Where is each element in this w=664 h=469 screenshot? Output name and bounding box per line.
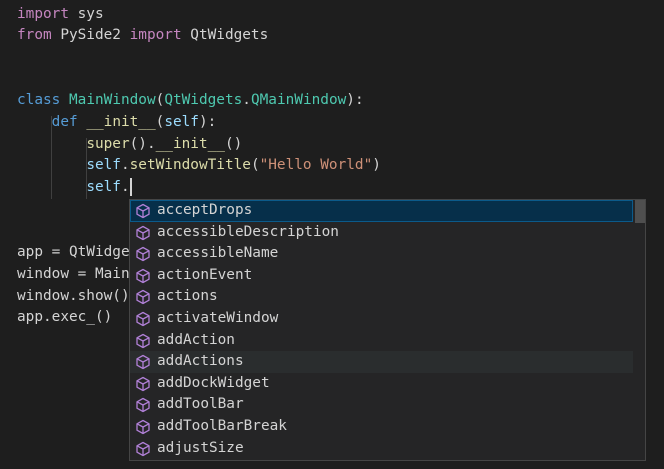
code-line[interactable]: import sys xyxy=(17,4,104,26)
code-token: super xyxy=(86,135,130,152)
suggestion-label: actionEvent xyxy=(157,266,253,283)
code-line[interactable]: self.setWindowTitle("Hello World") xyxy=(17,155,381,177)
code-token: from xyxy=(17,27,52,44)
suggestion-item[interactable]: accessibleDescription xyxy=(130,222,633,244)
suggestion-label: actions xyxy=(157,288,218,305)
method-cube-icon xyxy=(135,289,151,305)
method-cube-icon xyxy=(135,333,151,349)
suggestion-label: accessibleName xyxy=(157,245,279,262)
code-token: . xyxy=(120,157,130,174)
code-line[interactable]: window.show() xyxy=(17,286,130,308)
method-cube-icon xyxy=(135,246,151,262)
suggestion-item[interactable]: actions xyxy=(130,286,633,308)
code-token: self xyxy=(86,157,121,174)
scrollbar-thumb[interactable] xyxy=(635,200,645,223)
code-token: ): xyxy=(198,114,217,130)
code-token: . xyxy=(242,92,251,109)
suggestion-item[interactable]: activateWindow xyxy=(130,308,633,330)
method-cube-icon xyxy=(135,441,151,457)
indent-guide xyxy=(51,116,52,199)
method-cube-icon xyxy=(135,268,151,284)
suggestion-label: addToolBar xyxy=(157,396,244,413)
suggestion-label: addToolBarBreak xyxy=(157,418,287,434)
code-token: window.show() xyxy=(17,287,130,304)
text-cursor xyxy=(130,178,132,196)
method-cube-icon xyxy=(135,354,151,370)
code-line[interactable]: def __init__(self): xyxy=(17,112,217,134)
suggestion-label: addAction xyxy=(157,331,235,348)
code-token: self xyxy=(164,114,199,130)
suggestion-item[interactable]: acceptDrops xyxy=(130,200,633,222)
method-cube-icon xyxy=(135,397,151,413)
code-token: ( xyxy=(250,157,260,174)
method-cube-icon xyxy=(135,376,151,392)
code-token: import xyxy=(17,5,69,22)
autocomplete-suggest-widget[interactable]: acceptDrops accessibleDescription accessib… xyxy=(129,199,646,461)
method-cube-icon xyxy=(135,203,151,219)
code-token: QMainWindow xyxy=(250,92,347,109)
code-token: app.exec_() xyxy=(17,309,113,326)
suggestion-item[interactable]: addToolBar xyxy=(130,394,633,416)
code-token: ): xyxy=(346,92,364,109)
code-token: __init__ xyxy=(86,114,156,130)
code-token: class xyxy=(17,92,61,109)
code-token: (). xyxy=(129,135,156,152)
code-token: self xyxy=(86,179,121,196)
code-token: import xyxy=(129,27,182,44)
code-token: app = QtWidge xyxy=(17,244,130,261)
suggestion-label: accessibleDescription xyxy=(157,223,339,240)
suggestion-label: activateWindow xyxy=(157,310,279,326)
code-token: ( xyxy=(155,114,165,130)
code-token: QtWidgets xyxy=(181,27,269,44)
code-line[interactable]: app.exec_() xyxy=(17,307,112,329)
suggestion-item[interactable]: addDockWidget xyxy=(130,373,633,395)
code-token: def xyxy=(51,114,78,130)
suggestion-item[interactable]: addAction xyxy=(130,330,633,352)
suggestion-item[interactable]: addActions xyxy=(130,351,633,373)
code-token: window = Main xyxy=(17,265,130,282)
code-token: "Hello World" xyxy=(259,157,373,174)
suggestion-item[interactable]: adjustSize xyxy=(130,438,633,460)
suggestion-item[interactable]: accessibleName xyxy=(130,243,633,265)
code-line[interactable]: from PySide2 import QtWidgets xyxy=(17,25,268,47)
code-token: ( xyxy=(155,92,165,109)
code-token: . xyxy=(120,179,130,196)
method-cube-icon xyxy=(135,225,151,241)
code-token: PySide2 xyxy=(51,27,130,44)
code-line[interactable]: app = QtWidge xyxy=(17,242,130,264)
method-cube-icon xyxy=(135,311,151,327)
code-line[interactable]: class MainWindow(QtWidgets.QMainWindow): xyxy=(17,90,364,112)
suggest-scrollbar[interactable] xyxy=(635,200,645,460)
code-token: __init__ xyxy=(155,135,225,152)
code-token: QtWidgets xyxy=(164,92,243,109)
indent-guide xyxy=(86,138,87,199)
code-token: MainWindow xyxy=(69,92,156,109)
code-token: ) xyxy=(372,157,381,174)
suggestion-label: acceptDrops xyxy=(157,202,253,218)
suggestion-item[interactable]: actionEvent xyxy=(130,265,633,287)
suggestion-label: addActions xyxy=(157,353,244,370)
suggestion-label: addDockWidget xyxy=(157,374,270,391)
code-token: setWindowTitle xyxy=(129,157,251,174)
suggestion-label: adjustSize xyxy=(157,439,244,456)
code-line[interactable]: window = Main xyxy=(17,264,130,286)
method-cube-icon xyxy=(135,419,151,435)
code-token: sys xyxy=(68,5,104,22)
code-token: () xyxy=(224,135,243,152)
suggestion-item[interactable]: addToolBarBreak xyxy=(130,416,633,438)
code-line[interactable]: self. xyxy=(17,177,130,199)
